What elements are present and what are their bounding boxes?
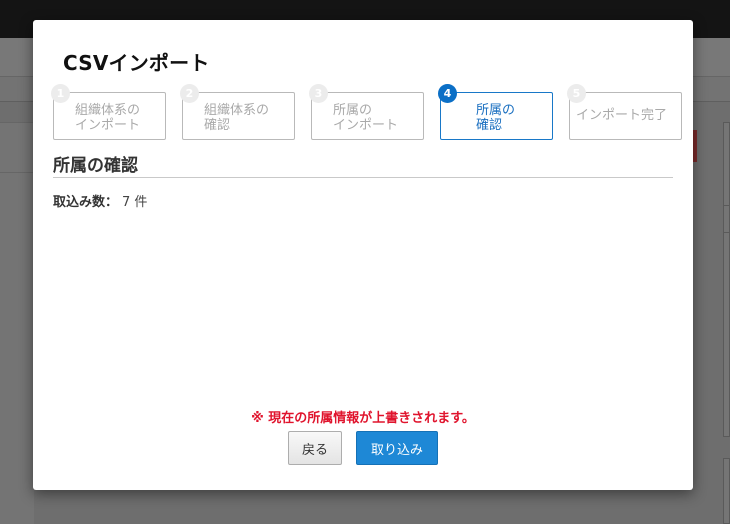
step-5: 5 インポート完了 bbox=[567, 84, 682, 140]
import-count: 取込み数： 7 件 bbox=[53, 191, 147, 210]
step-4-active: 4 所属の 確認 bbox=[438, 84, 553, 140]
step-label: インポート完了 bbox=[576, 108, 668, 123]
step-number: 1 bbox=[51, 84, 70, 103]
step-number: 5 bbox=[567, 84, 586, 103]
import-button[interactable]: 取り込み bbox=[356, 431, 438, 465]
import-count-value: 7 件 bbox=[122, 195, 148, 210]
app-left-panel bbox=[0, 122, 34, 524]
step-2: 2 組織体系の 確認 bbox=[180, 84, 295, 140]
dialog-title: CSVインポート bbox=[63, 51, 210, 75]
step-3: 3 所属の インポート bbox=[309, 84, 424, 140]
step-label: 所属の インポート bbox=[333, 103, 399, 133]
step-number: 3 bbox=[309, 84, 328, 103]
step-number: 4 bbox=[438, 84, 457, 103]
section-title: 所属の確認 bbox=[53, 156, 138, 176]
step-label: 組織体系の 確認 bbox=[204, 103, 270, 133]
app-right-panel-lower bbox=[723, 458, 730, 524]
app-left-panel-divider bbox=[0, 172, 34, 173]
step-number: 2 bbox=[180, 84, 199, 103]
overwrite-warning: ※ 現在の所属情報が上書きされます。 bbox=[251, 411, 475, 426]
step-1: 1 組織体系の インポート bbox=[51, 84, 166, 140]
app-right-panel bbox=[723, 122, 730, 437]
csv-import-dialog: CSVインポート 1 組織体系の インポート 2 組織体系の 確認 3 所属の … bbox=[33, 20, 693, 490]
step-label: 組織体系の インポート bbox=[75, 103, 141, 133]
import-count-label: 取込み数： bbox=[53, 195, 119, 210]
app-right-panel-row bbox=[723, 205, 730, 233]
step-label: 所属の 確認 bbox=[476, 103, 516, 133]
back-button[interactable]: 戻る bbox=[288, 431, 342, 465]
section-divider bbox=[53, 177, 673, 178]
